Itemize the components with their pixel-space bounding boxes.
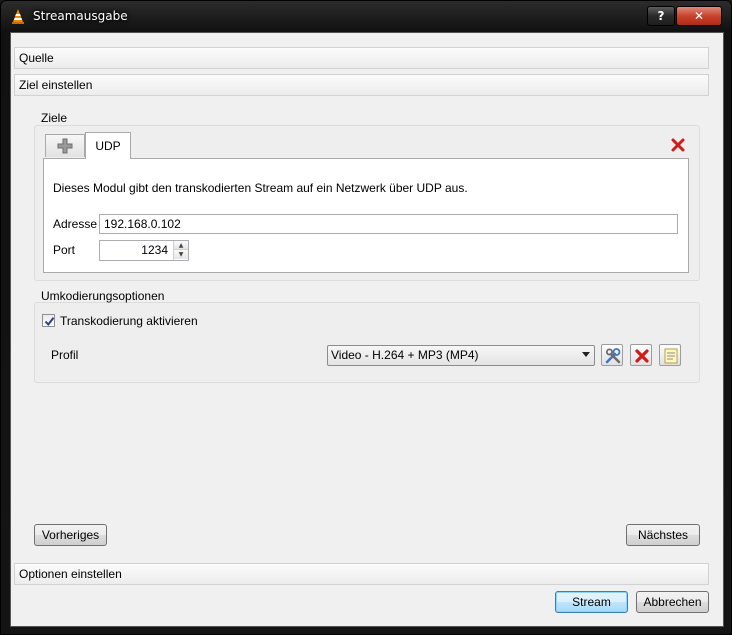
tools-icon: [605, 348, 621, 364]
port-label: Port: [53, 243, 76, 257]
remove-destination-icon[interactable]: [671, 138, 685, 152]
address-label: Adresse: [53, 217, 98, 231]
new-profile-button[interactable]: [659, 344, 681, 366]
spin-up-icon[interactable]: ▲: [174, 241, 188, 250]
stream-button[interactable]: Stream: [555, 591, 628, 613]
streamausgabe-window: Streamausgabe ? ✕ Quelle Ziel einstellen…: [0, 0, 732, 635]
spin-down-icon[interactable]: ▼: [174, 250, 188, 259]
close-button[interactable]: ✕: [676, 6, 722, 26]
section-source[interactable]: Quelle: [14, 47, 709, 69]
tab-udp[interactable]: UDP: [85, 132, 131, 159]
titlebar: Streamausgabe ? ✕: [1, 1, 731, 31]
section-options[interactable]: Optionen einstellen: [14, 563, 709, 585]
plus-icon: [57, 138, 73, 154]
profile-select[interactable]: Video - H.264 + MP3 (MP4): [327, 345, 595, 366]
destinations-group-title: Ziele: [41, 111, 68, 125]
section-destination[interactable]: Ziel einstellen: [14, 74, 709, 96]
window-title: Streamausgabe: [33, 9, 128, 23]
checkmark-icon: [44, 317, 55, 327]
dropdown-arrow-icon: [582, 352, 590, 357]
transcode-checkbox-label[interactable]: Transkodierung aktivieren: [60, 314, 198, 328]
delete-icon: [635, 349, 649, 363]
next-button[interactable]: Nächstes: [626, 524, 700, 546]
edit-profile-button[interactable]: [601, 344, 623, 366]
udp-description: Dieses Modul gibt den transkodierten Str…: [53, 181, 468, 195]
add-destination-tab[interactable]: [45, 134, 85, 157]
port-spinbox[interactable]: 1234 ▲ ▼: [99, 240, 189, 261]
cancel-button[interactable]: Abbrechen: [636, 591, 709, 613]
help-button[interactable]: ?: [647, 6, 675, 26]
new-document-icon: [664, 348, 678, 364]
address-input[interactable]: 192.168.0.102: [99, 214, 678, 234]
profile-selected-value: Video - H.264 + MP3 (MP4): [331, 348, 479, 362]
vlc-cone-icon: [12, 9, 24, 24]
port-spin-buttons: ▲ ▼: [173, 241, 188, 260]
previous-button[interactable]: Vorheriges: [34, 524, 107, 546]
transcode-group-title: Umkodierungsoptionen: [41, 289, 165, 303]
transcode-checkbox[interactable]: [42, 314, 55, 327]
delete-profile-button[interactable]: [630, 344, 652, 366]
port-value: 1234: [141, 243, 168, 257]
profile-label: Profil: [51, 348, 79, 362]
